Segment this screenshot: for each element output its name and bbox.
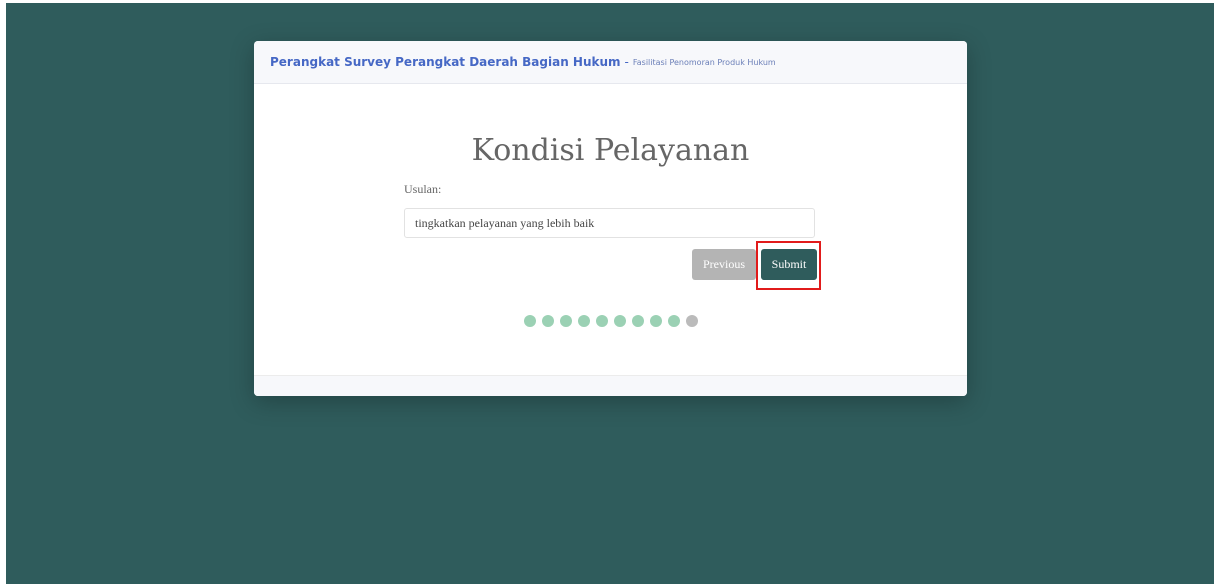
- survey-title: Perangkat Survey Perangkat Daerah Bagian…: [270, 55, 621, 69]
- step-dot: [667, 315, 680, 327]
- page-background: Perangkat Survey Perangkat Daerah Bagian…: [6, 3, 1214, 584]
- survey-subtitle: Fasilitasi Penomoran Produk Hukum: [632, 57, 776, 67]
- step-dot: [523, 315, 536, 327]
- section-heading: Kondisi Pelayanan: [471, 133, 750, 168]
- previous-button[interactable]: Previous: [692, 249, 756, 280]
- usulan-label: Usulan:: [404, 182, 442, 196]
- step-progress-indicator: [254, 315, 967, 327]
- step-dot: [685, 315, 698, 327]
- step-dot: [577, 315, 590, 327]
- step-dot: [541, 315, 554, 327]
- step-dot: [613, 315, 626, 327]
- step-dot: [649, 315, 662, 327]
- card-footer: [254, 375, 967, 396]
- card-header: Perangkat Survey Perangkat Daerah Bagian…: [254, 41, 967, 84]
- step-dot: [631, 315, 644, 327]
- title-separator: -: [624, 55, 629, 69]
- submit-button[interactable]: Submit: [761, 249, 817, 280]
- survey-card: Perangkat Survey Perangkat Daerah Bagian…: [254, 41, 967, 396]
- step-dot: [595, 315, 608, 327]
- usulan-input[interactable]: [404, 208, 815, 238]
- step-dot: [559, 315, 572, 327]
